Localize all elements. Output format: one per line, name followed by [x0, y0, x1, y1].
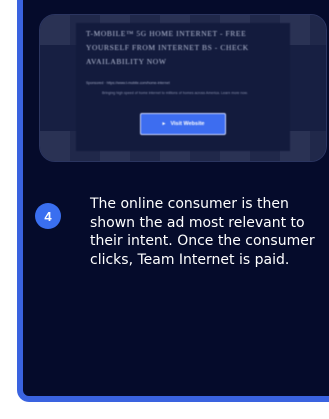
ad-description: Bringing high speed of home internet to … — [102, 91, 248, 95]
step-description: The online consumer is then shown the ad… — [90, 196, 315, 268]
step-number-badge: 4 — [35, 203, 61, 229]
visit-website-label: Visit Website — [170, 121, 205, 127]
ad-sponsored-url: Sponsored · https://www.t-mobile.com/hom… — [86, 81, 170, 85]
search-ad: T-Mobile™ 5G Home Internet - Free Yourse… — [76, 23, 290, 151]
ad-preview-image: T-Mobile™ 5G Home Internet - Free Yourse… — [39, 14, 327, 162]
visit-website-button[interactable]: ► Visit Website — [140, 113, 226, 135]
play-icon: ► — [161, 121, 167, 127]
ad-title: T-Mobile™ 5G Home Internet - Free Yourse… — [86, 29, 249, 66]
